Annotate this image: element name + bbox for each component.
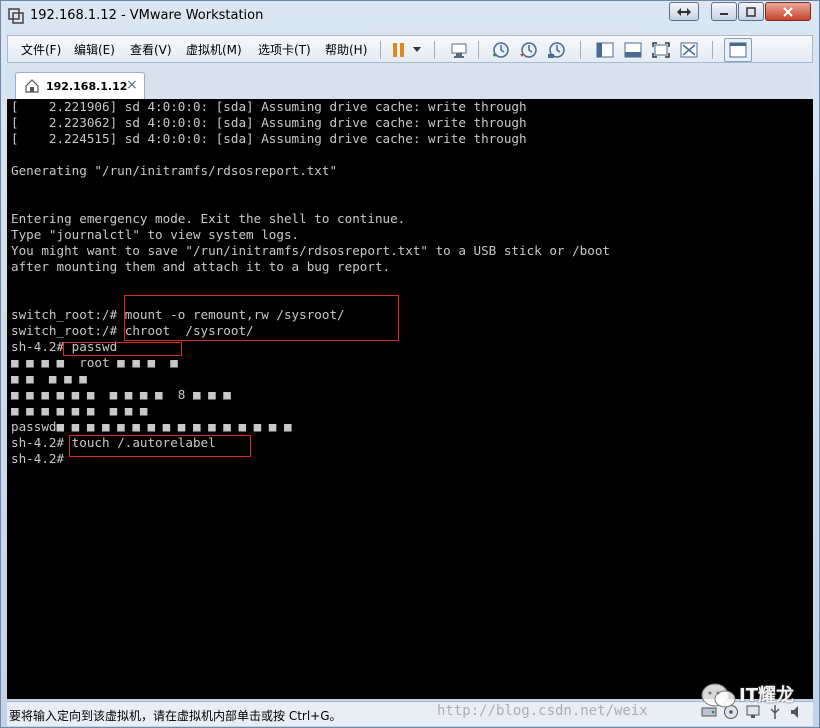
thumbnail-bar-button[interactable] [622, 39, 644, 61]
vm-house-icon [25, 79, 39, 93]
menu-view[interactable]: 查看(V) [130, 41, 172, 58]
terminal-output: [ 2.221906] sd 4:0:0:0: [sda] Assuming d… [11, 99, 610, 467]
console-view-button[interactable] [724, 38, 752, 62]
snapshot-revert-button[interactable] [518, 39, 540, 61]
window-title: 192.168.1.12 - VMware Workstation [30, 8, 264, 23]
snapshot-take-icon [493, 42, 509, 58]
pause-button[interactable] [388, 39, 410, 61]
power-dropdown-button[interactable] [410, 39, 424, 61]
close-button[interactable] [765, 2, 811, 21]
terminal-line: Generating "/run/initramfs/rdsosreport.t… [11, 163, 338, 178]
thumbnail-bar-icon [624, 42, 642, 58]
menu-help[interactable]: 帮助(H) [325, 41, 367, 58]
send-ctrl-alt-del-icon [451, 43, 467, 58]
terminal-line: Entering emergency mode. Exit the shell … [11, 211, 406, 226]
vm-console[interactable]: [ 2.221906] sd 4:0:0:0: [sda] Assuming d… [7, 99, 813, 699]
terminal-line: You might want to save "/run/initramfs/r… [11, 243, 610, 258]
snapshot-take-button[interactable] [490, 39, 512, 61]
toolbar-separator [712, 41, 713, 59]
tab-label: 192.168.1.12 [46, 80, 128, 93]
restore-layout-button[interactable] [669, 2, 699, 21]
terminal-line: passwd■ ■ ■ ■ ■ ■ ■ ■ ■ ■ ■ ■ ■ ■ ■ ■ [11, 419, 292, 434]
pause-icon [393, 43, 404, 57]
menu-edit[interactable]: 编辑(E) [74, 41, 115, 58]
maximize-button[interactable] [738, 2, 764, 21]
toolbar-separator [380, 41, 381, 59]
toolbar-separator [478, 41, 479, 59]
terminal-line: ■ ■ ■ ■ ■ ■ ■ ■ ■ [11, 403, 148, 418]
highlight-box-autorelabel [69, 435, 251, 457]
tab-vm-192-168-1-12[interactable]: 192.168.1.12 × [15, 72, 145, 99]
minimize-button[interactable] [711, 2, 737, 21]
title-bar[interactable]: 192.168.1.12 - VMware Workstation [1, 1, 819, 31]
terminal-line: ■ ■ ■ ■ ■ [11, 371, 87, 386]
minimize-icon [720, 12, 728, 15]
maximize-icon [746, 6, 756, 17]
terminal-line: Type "journalctl" to view system logs. [11, 227, 300, 242]
toolbar-separator [580, 41, 581, 59]
full-screen-icon [652, 42, 670, 58]
menu-file[interactable]: 文件(F) [21, 41, 61, 58]
terminal-line: [ 2.224515] sd 4:0:0:0: [sda] Assuming d… [11, 131, 527, 146]
snapshot-manager-button[interactable] [546, 39, 568, 61]
vmware-window: 192.168.1.12 - VMware Workstation 文件(F) … [0, 0, 820, 728]
snapshot-manager-icon [548, 42, 565, 58]
snapshot-revert-icon [520, 42, 537, 58]
full-screen-button[interactable] [650, 39, 672, 61]
console-view-icon [729, 42, 747, 58]
tab-close-button[interactable]: × [126, 77, 138, 93]
vmware-app-icon [8, 8, 24, 24]
status-bar: 要将输入定向到该虚拟机，请在虚拟机内部单击或按 Ctrl+G。 [7, 701, 813, 726]
highlight-box-mount-chroot [124, 295, 399, 341]
unity-button[interactable] [678, 39, 700, 61]
terminal-line: [ 2.221906] sd 4:0:0:0: [sda] Assuming d… [11, 99, 527, 114]
highlight-box-passwd [63, 342, 182, 356]
menu-tabs[interactable]: 选项卡(T) [258, 41, 311, 58]
terminal-line: ■ ■ ■ ■ ■ ■ ■ ■ ■ ■ 8 ■ ■ ■ [11, 387, 231, 402]
status-message: 要将输入定向到该虚拟机，请在虚拟机内部单击或按 Ctrl+G。 [9, 709, 342, 723]
terminal-line: ■ ■ ■ ■ root ■ ■ ■ ■ [11, 355, 178, 370]
show-library-icon [596, 42, 614, 58]
unity-icon [680, 42, 698, 58]
menu-vm[interactable]: 虚拟机(M) [186, 41, 242, 58]
tab-bar: 192.168.1.12 × [7, 67, 813, 99]
send-ctrl-alt-del-button[interactable] [448, 39, 470, 61]
double-arrow-icon [677, 7, 691, 16]
show-library-button[interactable] [594, 39, 616, 61]
terminal-line: [ 2.223062] sd 4:0:0:0: [sda] Assuming d… [11, 115, 527, 130]
terminal-line: after mounting them and attach it to a b… [11, 259, 391, 274]
watermark-brand: IT耀龙 [739, 685, 794, 706]
dropdown-arrow-icon [413, 47, 421, 52]
menu-toolbar-bar: 文件(F) 编辑(E) 查看(V) 虚拟机(M) 选项卡(T) 帮助(H) [7, 35, 813, 63]
watermark-url: http://blog.csdn.net/weix [437, 703, 648, 719]
toolbar-separator [434, 41, 435, 59]
close-icon [783, 6, 793, 17]
